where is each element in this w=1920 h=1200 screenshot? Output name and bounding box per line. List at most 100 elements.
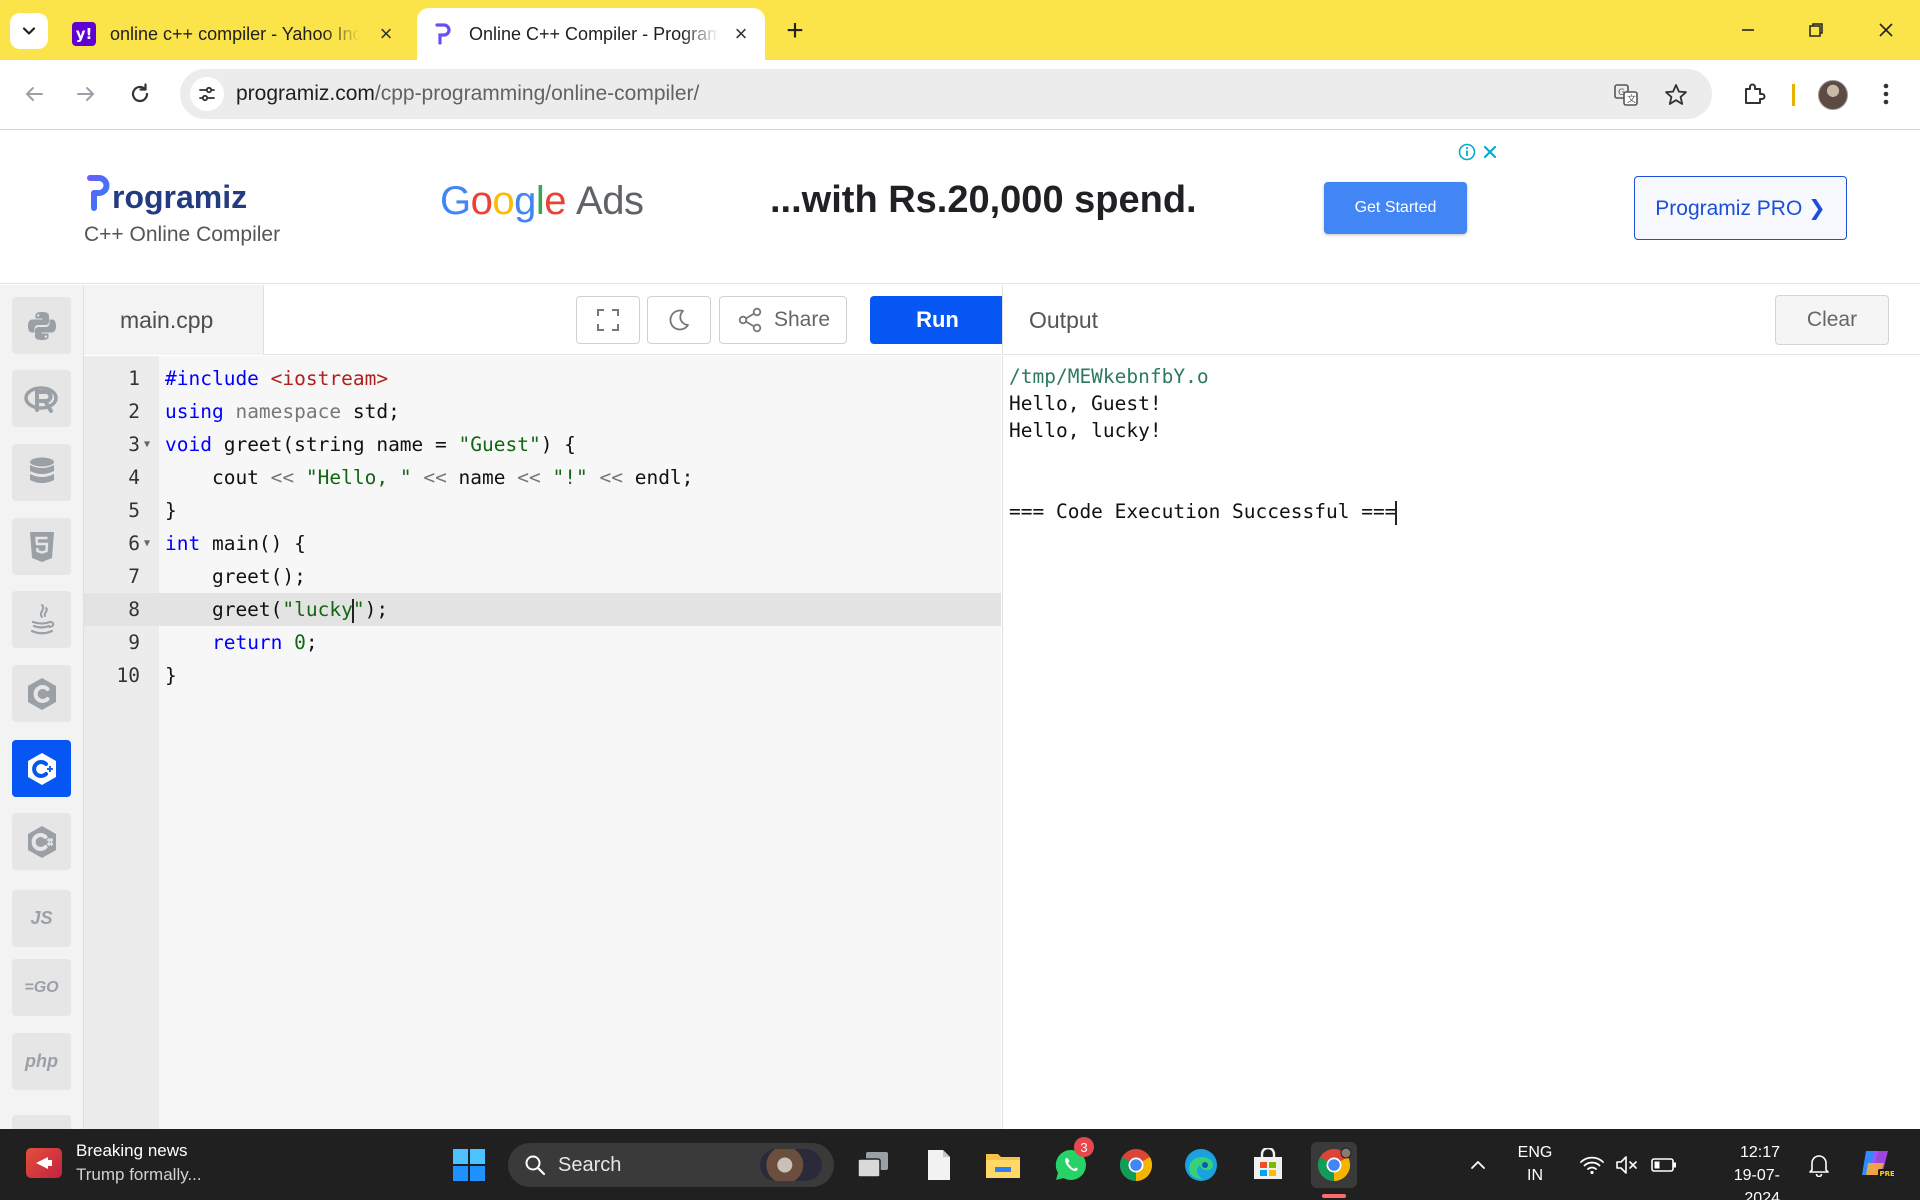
start-button[interactable] [446, 1142, 492, 1188]
taskbar-search[interactable]: Search [508, 1143, 834, 1187]
fold-toggle-icon[interactable]: ▼ [144, 428, 150, 461]
code-text: void greet(string name = "Guest") { [165, 428, 576, 461]
copilot-icon[interactable]: PRE [1856, 1143, 1896, 1183]
code-line[interactable]: 6 ▼ int main() { [84, 527, 1001, 560]
tab-programiz[interactable]: Online C++ Compiler - Programiz × [417, 8, 765, 60]
taskbar-app-chrome-profile[interactable] [1311, 1142, 1357, 1188]
ad-headline[interactable]: ...with Rs.20,000 spend. [770, 179, 1197, 222]
sidebar-item-python[interactable] [12, 297, 71, 354]
page-subtitle: C++ Online Compiler [84, 223, 281, 246]
file-tab[interactable]: main.cpp [84, 285, 264, 355]
info-icon[interactable] [1458, 143, 1476, 161]
code-token: <iostream> [270, 367, 389, 390]
restore-icon[interactable] [1796, 10, 1836, 50]
sidebar-item-html[interactable] [12, 518, 71, 575]
close-tab-icon[interactable]: × [374, 21, 398, 46]
fold-toggle-icon[interactable]: ▼ [144, 527, 150, 560]
programiz-logo[interactable]: rogramiz [86, 173, 247, 213]
chevron-down-icon [22, 27, 36, 35]
taskbar-app-file-explorer[interactable] [980, 1142, 1026, 1188]
language-code: ENG [1517, 1144, 1553, 1161]
sidebar-item-more[interactable] [12, 1115, 71, 1129]
sidebar-item-go[interactable]: =GO [12, 959, 71, 1016]
code-line[interactable]: 5} [84, 494, 1001, 527]
tab-yahoo-search[interactable]: y! online c++ compiler - Yahoo India Sea… [60, 8, 410, 60]
chrome-icon [1119, 1149, 1153, 1181]
translate-icon[interactable]: G文 [1610, 79, 1642, 111]
taskbar-app-notepad[interactable] [916, 1142, 962, 1188]
news-widget[interactable]: Breaking news Trump formally... [26, 1139, 202, 1187]
sidebar-item-r[interactable] [12, 370, 71, 427]
notification-badge: 3 [1074, 1137, 1094, 1157]
notifications-bell-icon[interactable] [1805, 1151, 1833, 1179]
line-number: 5 [128, 499, 140, 522]
dark-mode-button[interactable] [647, 296, 711, 344]
taskbar-app-store[interactable] [1245, 1142, 1291, 1188]
code-line[interactable]: 2 using namespace std; [84, 395, 1001, 428]
code-line[interactable]: 7 greet(); [84, 560, 1001, 593]
more-menu-icon[interactable] [1866, 74, 1906, 114]
input-language[interactable]: ENG IN [1512, 1141, 1558, 1187]
output-title: Output [1029, 307, 1099, 333]
clear-button[interactable]: Clear [1775, 295, 1889, 345]
programiz-pro-button[interactable]: Programiz PRO ❯ [1634, 176, 1847, 240]
ad-brand-letter: G [440, 179, 471, 223]
system-clock[interactable]: 12:17 19-07-2024 [1700, 1141, 1780, 1200]
battery-icon[interactable] [1650, 1151, 1678, 1179]
sidebar-item-js[interactable]: JS [12, 890, 71, 947]
editor-toolbar: main.cpp Share Run [84, 285, 1005, 355]
ad-choices[interactable] [1458, 143, 1498, 161]
ad-brand[interactable]: Google Ads [440, 179, 644, 224]
extensions-icon[interactable] [1734, 74, 1774, 114]
sidebar-item-php[interactable]: php [12, 1033, 71, 1090]
new-tab-icon[interactable]: + [778, 14, 812, 48]
code-line[interactable]: 9 return 0; [84, 626, 1001, 659]
search-highlight-image [760, 1149, 822, 1181]
profile-avatar[interactable] [1818, 80, 1848, 110]
browser-toolbar: programiz.com/cpp-programming/online-com… [0, 60, 1920, 130]
sidebar-item-c[interactable] [12, 665, 71, 722]
code-editor[interactable]: 1 #include <iostream> 2 using namespace std… [84, 356, 1001, 1129]
sidebar-item-java[interactable] [12, 591, 71, 648]
ad-get-started-button[interactable]: Get Started [1324, 182, 1467, 234]
code-line[interactable]: 8 greet("lucky"); [84, 593, 1001, 626]
close-tab-icon[interactable]: × [729, 21, 753, 46]
show-hidden-icons-chevron-up-icon[interactable] [1464, 1151, 1492, 1179]
wifi-icon[interactable] [1578, 1151, 1606, 1179]
fullscreen-button[interactable] [576, 296, 640, 344]
sidebar-item-csharp[interactable] [12, 813, 71, 870]
ad-brand-letter: l [535, 179, 545, 223]
reload-icon[interactable] [120, 74, 160, 114]
tab-search-button[interactable] [10, 13, 48, 49]
sidebar-item-cpp[interactable] [12, 740, 71, 797]
minimize-icon[interactable] [1728, 10, 1768, 50]
code-token: } [165, 664, 177, 687]
output-console[interactable]: /tmp/MEWkebnfbY.o Hello, Guest! Hello, luc… [1002, 356, 1920, 1129]
output-text: /tmp/MEWkebnfbY.o [1009, 365, 1209, 388]
code-line[interactable]: 4 cout << "Hello, " << name << "!" << en… [84, 461, 1001, 494]
volume-muted-icon[interactable] [1613, 1151, 1641, 1179]
code-token: greet(); [165, 565, 306, 588]
code-text: } [165, 494, 177, 527]
line-number: 8 [128, 598, 140, 621]
back-icon[interactable] [14, 74, 54, 114]
bookmark-star-icon[interactable] [1660, 79, 1692, 111]
code-line[interactable]: 1 #include <iostream> [84, 362, 1001, 395]
url-text[interactable]: programiz.com/cpp-programming/online-com… [236, 82, 699, 106]
task-view-button[interactable] [850, 1142, 896, 1188]
taskbar-app-edge[interactable] [1178, 1142, 1224, 1188]
code-line[interactable]: 3 ▼ void greet(string name = "Guest") { [84, 428, 1001, 461]
sidebar-item-sql[interactable] [12, 444, 71, 501]
share-button[interactable]: Share [719, 296, 847, 344]
address-bar[interactable]: programiz.com/cpp-programming/online-com… [180, 69, 1712, 119]
close-window-icon[interactable] [1866, 10, 1906, 50]
close-ad-icon[interactable] [1482, 144, 1498, 160]
code-token: return [211, 631, 283, 654]
code-line[interactable]: 10} [84, 659, 1001, 692]
taskbar-app-chrome[interactable] [1113, 1142, 1159, 1188]
run-button[interactable]: Run [870, 296, 1005, 344]
forward-icon[interactable] [66, 74, 106, 114]
site-settings-icon[interactable] [190, 77, 224, 111]
ad-brand-suffix: Ads [576, 179, 644, 223]
